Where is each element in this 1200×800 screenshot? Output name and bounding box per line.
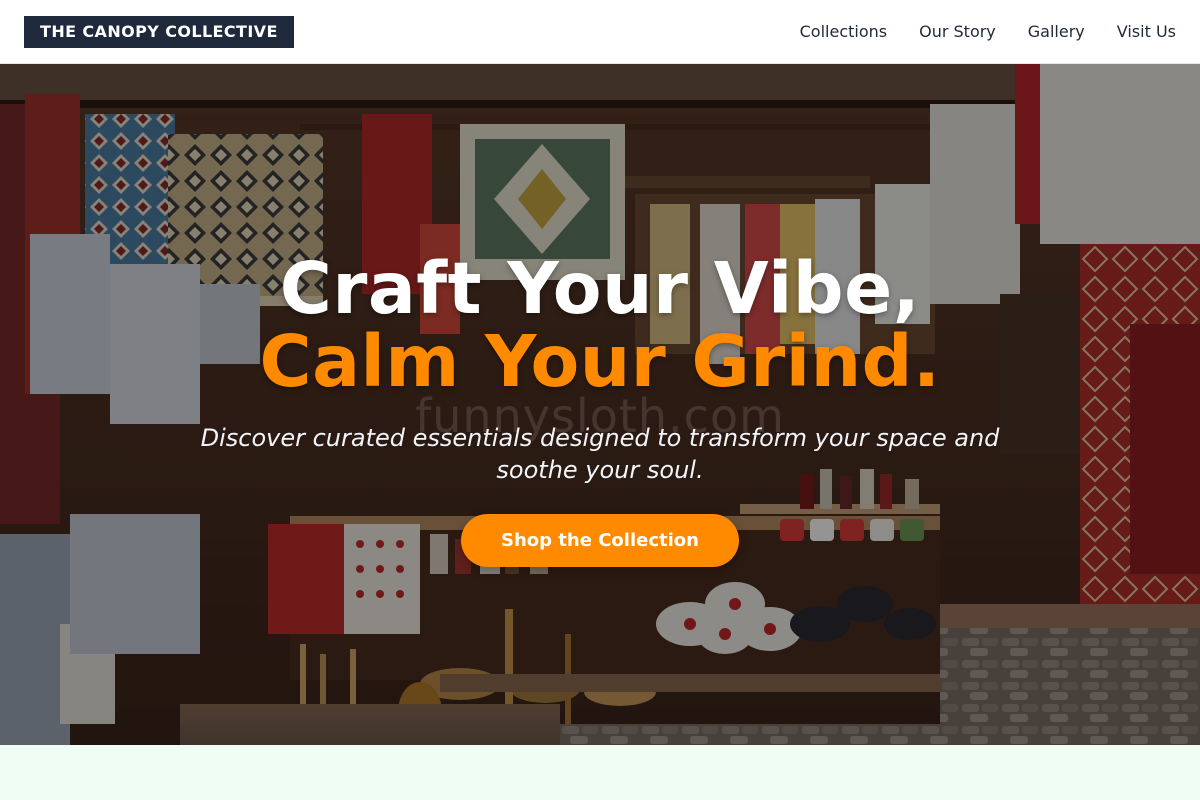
- hero-subtitle: Discover curated essentials designed to …: [200, 424, 1000, 484]
- headline-line-2: Calm Your Grind.: [259, 320, 941, 403]
- nav-link-visit-us[interactable]: Visit Us: [1117, 22, 1176, 41]
- hero-section: funnysloth.com Craft Your Vibe, Calm You…: [0, 64, 1200, 745]
- nav-link-gallery[interactable]: Gallery: [1028, 22, 1085, 41]
- site-header: THE CANOPY COLLECTIVE Collections Our St…: [0, 0, 1200, 64]
- main-nav: Collections Our Story Gallery Visit Us: [800, 22, 1176, 41]
- hero-content: Craft Your Vibe, Calm Your Grind. Discov…: [0, 64, 1200, 745]
- shop-collection-button[interactable]: Shop the Collection: [461, 514, 739, 567]
- hero-headline: Craft Your Vibe, Calm Your Grind.: [0, 252, 1200, 398]
- logo[interactable]: THE CANOPY COLLECTIVE: [24, 15, 294, 48]
- nav-link-our-story[interactable]: Our Story: [919, 22, 996, 41]
- nav-link-collections[interactable]: Collections: [800, 22, 887, 41]
- headline-line-1: Craft Your Vibe,: [279, 247, 921, 330]
- next-section: [0, 745, 1200, 800]
